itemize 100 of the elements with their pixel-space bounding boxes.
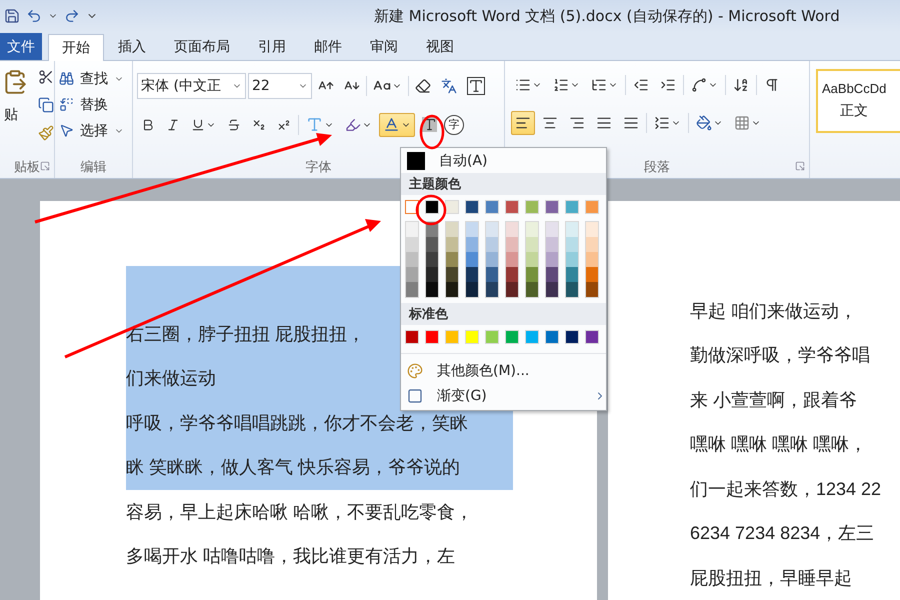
font-size-field[interactable]: 22: [248, 72, 312, 98]
color-swatch[interactable]: [426, 267, 438, 282]
numbering-icon: [553, 76, 569, 92]
color-swatch[interactable]: [526, 252, 538, 267]
multilevel-list-icon: [591, 76, 607, 92]
color-swatch[interactable]: [446, 237, 458, 252]
color-swatch[interactable]: [586, 237, 598, 252]
scissors-icon: [38, 68, 54, 84]
increase-indent-icon: [660, 76, 676, 92]
color-swatch[interactable]: [526, 282, 538, 297]
section-heading: 标准色: [401, 303, 606, 325]
text-line: 勤做深呼吸，学爷爷唱: [690, 344, 871, 367]
ribbon-tab[interactable]: 插入: [104, 32, 160, 60]
style-gallery-item[interactable]: AaBbCcDd 正文: [816, 68, 900, 132]
color-swatch[interactable]: [566, 237, 578, 252]
command-button[interactable]: 替换: [78, 94, 110, 114]
ribbon-tab[interactable]: 邮件: [300, 32, 356, 60]
color-swatch[interactable]: [546, 267, 558, 282]
ribbon-tab[interactable]: 审阅: [356, 32, 412, 60]
color-swatch[interactable]: [586, 267, 598, 282]
text-line: 多喝开水 咕噜咕噜，我比谁更有活力，左: [126, 545, 456, 568]
file-tab[interactable]: 文件: [0, 32, 42, 60]
highlighter-icon: [345, 116, 361, 132]
color-swatch[interactable]: [586, 222, 598, 237]
color-swatch[interactable]: [546, 252, 558, 267]
launcher-button[interactable]: [795, 160, 805, 170]
enclose-char-button[interactable]: 字: [444, 114, 464, 134]
color-swatch[interactable]: [486, 252, 498, 267]
color-swatch[interactable]: [426, 282, 438, 297]
color-swatch[interactable]: [546, 222, 558, 237]
style-preview: AaBbCcDd: [822, 81, 886, 96]
color-swatch[interactable]: [466, 237, 478, 252]
brush-icon: [38, 124, 54, 140]
style-name: 正文: [840, 102, 868, 120]
font-name-field[interactable]: 宋体 (中文正: [137, 72, 246, 98]
color-swatch[interactable]: [546, 282, 558, 297]
redo-icon: [64, 8, 80, 24]
color-swatch[interactable]: [406, 267, 418, 282]
color-swatch[interactable]: [466, 282, 478, 297]
launcher-button[interactable]: [40, 160, 50, 170]
color-swatch[interactable]: [486, 222, 498, 237]
color-swatch[interactable]: [506, 222, 518, 237]
color-swatch[interactable]: [566, 222, 578, 237]
paste-button[interactable]: 贴: [2, 104, 28, 124]
color-swatch[interactable]: [526, 267, 538, 282]
color-swatch[interactable]: [586, 252, 598, 267]
color-swatch[interactable]: [486, 282, 498, 297]
color-swatch[interactable]: [446, 222, 458, 237]
color-swatch[interactable]: [506, 267, 518, 282]
sort-icon: [733, 76, 749, 92]
color-swatch[interactable]: [446, 282, 458, 297]
command-button[interactable]: 选择: [78, 120, 110, 140]
align-button[interactable]: [511, 110, 535, 134]
superscript-icon: [277, 118, 291, 132]
color-swatch[interactable]: [506, 252, 518, 267]
color-swatch[interactable]: [426, 252, 438, 267]
ribbon-tab[interactable]: 视图: [412, 32, 468, 60]
color-swatch[interactable]: [506, 237, 518, 252]
ribbon-tab[interactable]: 页面布局: [160, 32, 244, 60]
paint-bucket-icon: [696, 114, 712, 130]
automatic-color-item[interactable]: 自动(A): [401, 148, 606, 173]
replace-icon: [59, 97, 74, 112]
color-swatch[interactable]: [406, 222, 418, 237]
color-swatch[interactable]: [546, 237, 558, 252]
align-icon: [596, 114, 612, 130]
color-swatch[interactable]: [406, 282, 418, 297]
color-swatch[interactable]: [526, 222, 538, 237]
color-swatch[interactable]: [406, 237, 418, 252]
color-swatch[interactable]: [406, 252, 418, 267]
align-icon: [569, 114, 585, 130]
ribbon-tab[interactable]: 开始: [48, 34, 104, 60]
color-swatch[interactable]: [446, 267, 458, 282]
subscript-icon: [252, 118, 266, 132]
save-icon: [4, 8, 20, 24]
color-swatch[interactable]: [486, 267, 498, 282]
color-swatch[interactable]: [566, 267, 578, 282]
text-line: 6234 7234 8234，左三: [690, 522, 876, 545]
text-line: 们一起来答数，1234 22: [690, 478, 882, 500]
align-icon: [623, 114, 639, 130]
color-swatch[interactable]: [466, 222, 478, 237]
font-color-button[interactable]: [379, 112, 415, 136]
group-label: 贴板: [14, 158, 40, 176]
command-button[interactable]: 查找: [78, 68, 110, 88]
color-swatch[interactable]: [426, 237, 438, 252]
color-swatch[interactable]: [466, 267, 478, 282]
underline-icon: [191, 118, 205, 132]
color-swatch[interactable]: [526, 237, 538, 252]
group-label: 编辑: [80, 158, 106, 176]
ribbon-tab[interactable]: 引用: [244, 32, 300, 60]
window-title: 新建 Microsoft Word 文档 (5).docx (自动保存的) - Microsoft Word: [374, 6, 840, 26]
color-swatch[interactable]: [466, 252, 478, 267]
color-swatch[interactable]: [446, 252, 458, 267]
color-swatch[interactable]: [586, 282, 598, 297]
color-swatch[interactable]: [566, 252, 578, 267]
italic-icon: [166, 118, 180, 132]
color-swatch[interactable]: [506, 282, 518, 297]
strikethrough-icon: [227, 118, 241, 132]
group-label: 字体: [306, 158, 332, 176]
color-swatch[interactable]: [486, 237, 498, 252]
color-swatch[interactable]: [566, 282, 578, 297]
